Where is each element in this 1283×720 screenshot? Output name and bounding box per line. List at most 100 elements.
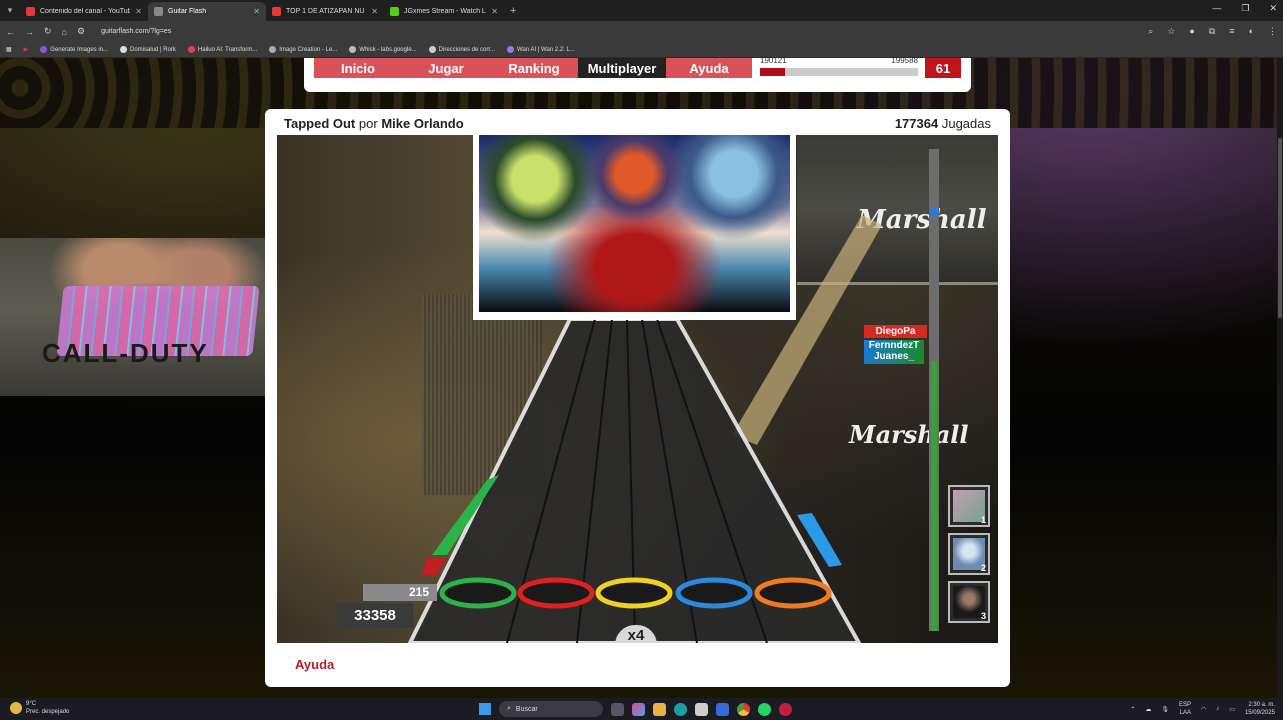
bookmark-item[interactable]: Hailuo AI: Transform... [187, 46, 257, 53]
xp-bar-fill [760, 68, 786, 76]
extensions-puzzle-icon[interactable]: ⧉ [1209, 26, 1215, 37]
app-icon[interactable] [779, 702, 792, 716]
page-scrollbar[interactable] [1277, 58, 1283, 698]
rank-avatar-1[interactable]: 1 [948, 485, 990, 527]
clock-time: 2:30 a. m. [1248, 702, 1275, 708]
bookmark-label: Wan AI | Wan 2.2: L... [517, 46, 575, 53]
nav-item-ranking[interactable]: Ranking [490, 58, 578, 78]
tab-close-icon[interactable]: ✕ [371, 7, 378, 16]
url-field[interactable]: guitarflash.com/?lg=es [101, 28, 171, 35]
nav-item-inicio[interactable]: Inicio [314, 58, 402, 78]
chevron-up-icon[interactable]: ⌃ [1130, 706, 1135, 713]
tab-favicon [390, 7, 399, 16]
tab-title: JGxmes Stream - Watch Live o [404, 8, 486, 15]
taskbar-apps: ⌕ Buscar [479, 701, 792, 717]
player-tag-2-name: FernndezT [868, 340, 920, 351]
player-tag-1: DiegoPa [864, 325, 927, 338]
rank-avatar-2[interactable]: 2 [948, 533, 990, 575]
volume-icon[interactable]: ♪ [1216, 706, 1219, 712]
extension-icon[interactable]: ● [1189, 26, 1194, 37]
close-window-icon[interactable]: ✕ [1269, 3, 1277, 14]
bookmark-item[interactable]: Image Creation - Le... [269, 46, 337, 53]
whatsapp-icon[interactable] [758, 702, 771, 716]
profile-icon[interactable]: ◐ [1249, 26, 1254, 37]
back-icon[interactable]: ← [6, 27, 15, 37]
tab-title: Guitar Flash [168, 8, 207, 15]
minimize-icon[interactable]: — [1212, 3, 1221, 14]
bookmark-item[interactable]: Wan AI | Wan 2.2: L... [507, 46, 575, 53]
zoom-icon[interactable]: ⌕ [1148, 26, 1153, 37]
nav-item-multiplayer[interactable]: Multiplayer [578, 58, 666, 78]
wifi-icon[interactable]: ◠ [1201, 706, 1206, 713]
apps-icon[interactable]: ▦ [6, 46, 12, 53]
reload-icon[interactable]: ↻ [44, 26, 52, 37]
scrollbar-thumb[interactable] [1278, 138, 1282, 318]
task-view-icon[interactable] [611, 702, 624, 716]
battery-icon[interactable]: ▭ [1229, 706, 1235, 713]
help-link[interactable]: Ayuda [295, 657, 334, 672]
fret-button-1 [439, 577, 517, 609]
xp-bar [760, 68, 918, 76]
system-tray: ⌃ ☁ 🎙 ESP LAA ◠ ♪ ▭ 2:30 a. m. 15/09/202… [1130, 701, 1275, 717]
bookmark-item[interactable]: Domisalud | Rork [120, 46, 176, 53]
nav-item-ayuda[interactable]: Ayuda [666, 58, 752, 78]
edge-icon[interactable] [674, 702, 687, 716]
browser-tab[interactable]: Contenido del canal - YouTube ✕ [20, 2, 148, 21]
weather-text: Prec. despejado [26, 709, 70, 715]
song-video [473, 135, 796, 320]
xp-current: 190121 [760, 58, 787, 65]
tab-close-icon[interactable]: ✕ [253, 7, 260, 16]
menu-icon[interactable]: ⋮ [1268, 26, 1277, 37]
taskbar-search[interactable]: ⌕ Buscar [499, 701, 603, 717]
song-by: por [358, 116, 378, 131]
forward-icon[interactable]: → [25, 27, 34, 37]
copilot-icon[interactable] [632, 702, 645, 716]
bookmark-favicon [40, 46, 48, 53]
browser-tab[interactable]: Guitar Flash ✕ [148, 2, 266, 21]
rock-meter-fill [931, 361, 937, 631]
clock[interactable]: 2:30 a. m. 15/09/2025 [1245, 701, 1275, 717]
game-stage[interactable]: Marshall Marshall DiegoPa FernndezT Juan… [277, 135, 998, 643]
media-icon[interactable]: ≡ [1229, 26, 1234, 37]
rank-number: 2 [980, 563, 986, 573]
rank-avatar-3[interactable]: 3 [948, 581, 990, 623]
tab-search-icon[interactable]: ▾ [0, 0, 20, 21]
temperature: 9°C [26, 701, 37, 707]
fret-button-2 [517, 577, 595, 609]
bookmark-item[interactable]: Direcciones de corr... [428, 46, 495, 53]
tab-title: Contenido del canal - YouTube [40, 8, 131, 15]
game-panel: Tapped Out por Mike Orlando 177364 Jugad… [265, 109, 1010, 687]
tab-close-icon[interactable]: ✕ [491, 7, 498, 16]
cloud-icon[interactable]: ☁ [1145, 706, 1151, 713]
youtube-bookmark-icon[interactable]: ▶ [24, 46, 29, 53]
bookmark-label: Generate Images in... [50, 46, 108, 53]
score-box: 215 33358 [335, 584, 437, 628]
bookmark-star-icon[interactable]: ☆ [1167, 26, 1175, 37]
browser-tab[interactable]: TOP 1 DE ATIZAPAN NU ✕ [266, 2, 384, 21]
restore-icon[interactable]: ❐ [1241, 3, 1249, 14]
bookmarks-bar: ▦ ▶ Generate Images in... Domisalud | Ror… [0, 42, 1283, 58]
new-tab-button[interactable]: + [510, 5, 516, 17]
file-explorer-icon[interactable] [653, 702, 666, 716]
fret-button-3 [595, 577, 673, 609]
nav-item-jugar[interactable]: Jugar [402, 58, 490, 78]
windows-taskbar: 9°C Prec. despejado ⌕ Buscar ⌃ ☁ 🎙 ESP L… [0, 698, 1283, 720]
rock-meter-marker [929, 207, 939, 217]
bookmark-item[interactable]: Generate Images in... [40, 46, 108, 53]
home-icon[interactable]: ⌂ [62, 27, 67, 37]
tab-close-icon[interactable]: ✕ [135, 7, 142, 16]
browser-tab[interactable]: JGxmes Stream - Watch Live o ✕ [384, 2, 504, 21]
weather-widget[interactable]: 9°C Prec. despejado [10, 700, 69, 716]
xp-target: 199588 [891, 58, 918, 65]
store-icon[interactable] [716, 702, 729, 716]
chrome-icon[interactable] [737, 702, 750, 716]
bookmark-item[interactable]: Whisk - labs.google... [349, 46, 417, 53]
tab-favicon [26, 7, 35, 16]
language-indicator[interactable]: ESP LAA [1179, 701, 1191, 717]
mic-icon[interactable]: 🎙 [1161, 706, 1169, 713]
windows-start-icon[interactable] [479, 703, 491, 715]
language-code: ESP [1179, 702, 1192, 708]
site-info-icon[interactable]: ⚙ [77, 26, 85, 37]
notepad-icon[interactable] [695, 702, 708, 716]
bookmark-favicon [507, 46, 515, 53]
